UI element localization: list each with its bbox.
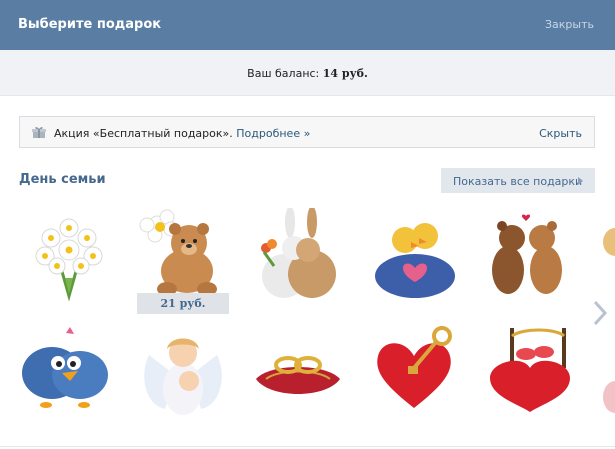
divider — [0, 446, 615, 447]
promo-text: Акция «Бесплатный подарок». — [54, 127, 233, 140]
gift-partial[interactable] — [595, 208, 615, 304]
balance-amount: 14 руб. — [322, 67, 368, 80]
heart-key-icon — [377, 326, 452, 408]
show-all-gifts-button[interactable]: Показать все подарки — [441, 168, 595, 193]
angel-icon — [144, 338, 222, 415]
gift-red-heart-bed[interactable] — [482, 322, 578, 418]
partial-gift-icon — [603, 228, 615, 256]
gift-wedding-rings-pillow[interactable] — [250, 325, 346, 421]
gift-heart-lock-key[interactable] — [366, 322, 462, 418]
gift-icon — [32, 127, 46, 138]
blue-birds-icon — [22, 327, 108, 408]
heart-bed-icon — [490, 328, 570, 412]
gift-daisy-bouquet[interactable] — [21, 208, 117, 304]
balance-bar: Ваш баланс: 14 руб. — [0, 50, 615, 96]
gift-kissing-bears[interactable] — [480, 208, 576, 304]
ducks-sweater-icon — [375, 223, 455, 298]
gift-partial-row2[interactable] — [597, 325, 615, 421]
daisy-bouquet-icon — [35, 218, 103, 302]
arrow-right-icon — [578, 177, 583, 185]
promo-banner: Акция «Бесплатный подарок». Подробнее » … — [19, 116, 595, 148]
close-button[interactable]: Закрыть — [545, 18, 594, 31]
rings-pillow-icon — [256, 356, 340, 394]
kissing-bears-icon — [492, 214, 562, 294]
dialog-title: Выберите подарок — [18, 17, 162, 32]
gift-teddy-bear-with-daisy[interactable] — [133, 205, 229, 301]
balance-label: Ваш баланс: — [247, 67, 320, 80]
gift-ducks-in-sweater[interactable] — [367, 208, 463, 304]
teddy-bear-icon — [139, 209, 217, 296]
promo-more-link[interactable]: Подробнее » — [236, 127, 310, 140]
partial-gift-icon — [603, 381, 615, 413]
gift-bunnies-with-flowers[interactable] — [250, 208, 346, 304]
gift-angel-mother-child[interactable] — [135, 325, 231, 421]
chevron-right-icon[interactable] — [592, 299, 608, 327]
gift-blue-birds[interactable] — [18, 325, 114, 421]
dialog-header: Выберите подарок Закрыть — [0, 0, 615, 50]
promo-hide-link[interactable]: Скрыть — [539, 127, 582, 140]
gift-price-badge: 21 руб. — [137, 293, 229, 314]
section-title: День семьи — [19, 172, 106, 187]
show-all-label: Показать все подарки — [453, 175, 583, 188]
bunnies-icon — [261, 208, 336, 298]
